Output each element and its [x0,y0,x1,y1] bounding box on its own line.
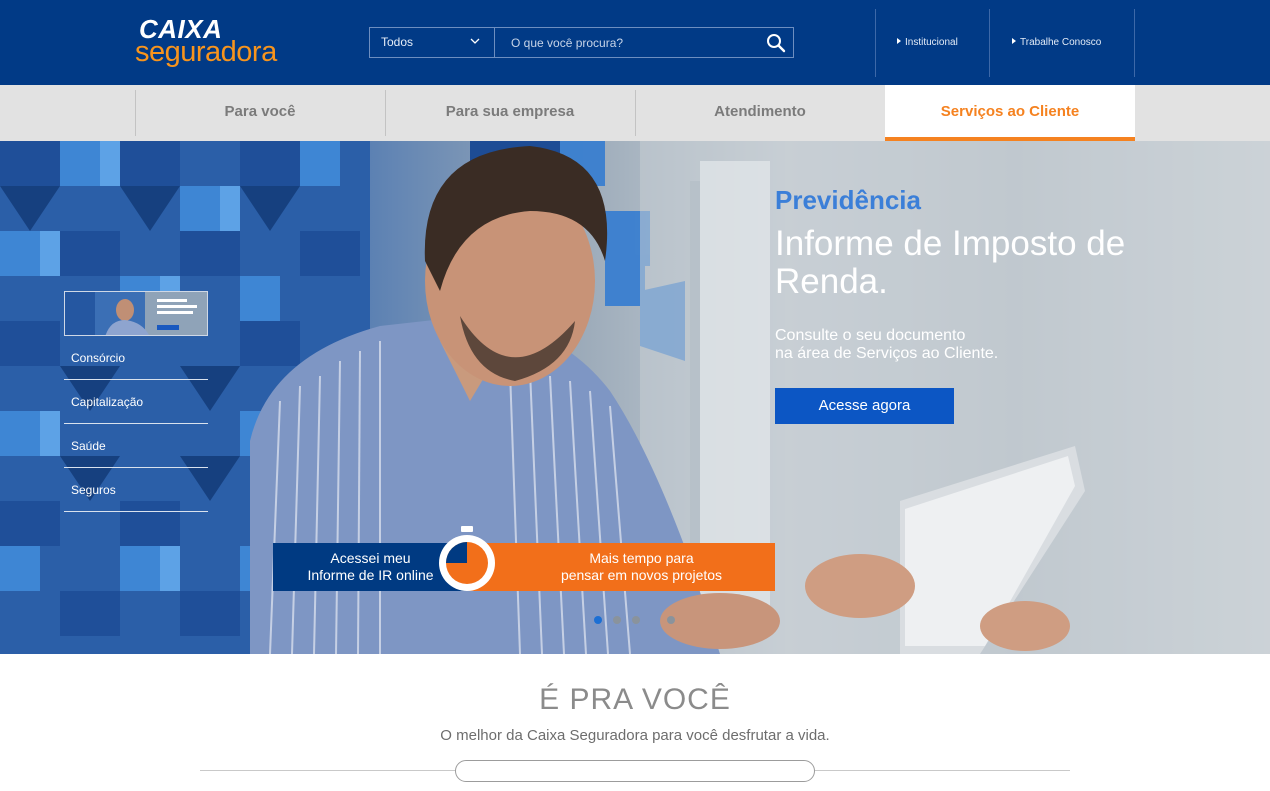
carousel-dot-1[interactable] [594,616,602,624]
caret-right-icon [897,38,901,44]
link-institucional-label: Institucional [905,37,958,48]
side-menu-item-capitalizacao[interactable]: Capitalização [64,380,208,424]
section-title: É PRA VOCÊ [539,683,731,716]
section-subtitle: O melhor da Caixa Seguradora para você d… [440,727,830,744]
link-institucional[interactable]: Institucional [897,37,958,48]
hero-carousel: Consórcio Capitalização Saúde Seguros Pr… [0,141,1270,654]
search-icon[interactable] [765,32,787,54]
hero-title: Informe de Imposto de Renda. [775,224,1126,301]
carousel-dot-3[interactable] [632,616,640,624]
carousel-dot-2[interactable] [613,616,621,624]
hero-kicker: Previdência [775,185,921,215]
banner-right-line2: pensar em novos projetos [560,567,723,583]
hero-subtitle: Consulte o seu documento na área de Serv… [775,327,1095,363]
nav-item-para-sua-empresa[interactable]: Para sua empresa [385,85,635,141]
hero-promo-banner: Acessei meu Informe de IR online Mais te… [273,526,775,592]
caixa-seguradora-logo[interactable]: CAIXA seguradora [135,14,295,70]
link-trabalhe-conosco-label: Trabalhe Conosco [1020,37,1102,48]
link-trabalhe-conosco[interactable]: Trabalhe Conosco [1012,37,1101,48]
search-category-value: Todos [381,35,414,49]
side-menu-item-seguros[interactable]: Seguros [64,468,208,512]
search-category-select[interactable]: Todos [370,28,495,57]
side-menu-item-saude[interactable]: Saúde [64,424,208,468]
hero-subtitle-line1: Consulte o seu documento [775,327,966,344]
carousel-dot-4[interactable] [667,616,675,624]
divider [989,9,990,77]
search-bar: Todos [369,27,794,58]
caret-right-icon [1012,38,1016,44]
nav-item-atendimento[interactable]: Atendimento [635,85,885,141]
search-input[interactable] [496,28,756,57]
stopwatch-icon [439,526,495,591]
divider [875,9,876,77]
acesse-agora-button[interactable]: Acesse agora [775,388,954,424]
section-tab-selector[interactable] [455,760,815,782]
chevron-down-icon [470,38,480,44]
hero-subtitle-line2: na área de Serviços ao Cliente. [775,345,999,362]
site-header: CAIXA seguradora Todos Institucional Tra… [0,0,1270,85]
main-nav: Para você Para sua empresa Atendimento S… [0,85,1270,141]
logo-seguradora-text: seguradora [135,36,277,68]
thumbnail-image [65,292,207,335]
nav-item-para-voce[interactable]: Para você [135,85,385,141]
divider [1134,9,1135,77]
nav-item-servicos-ao-cliente[interactable]: Serviços ao Cliente [885,85,1135,141]
side-menu-thumbnail[interactable] [64,291,208,336]
side-menu-item-consorcio[interactable]: Consórcio [64,336,208,380]
banner-right-panel: Mais tempo para pensar em novos projetos [468,543,775,591]
banner-right-line1: Mais tempo para [589,550,694,566]
